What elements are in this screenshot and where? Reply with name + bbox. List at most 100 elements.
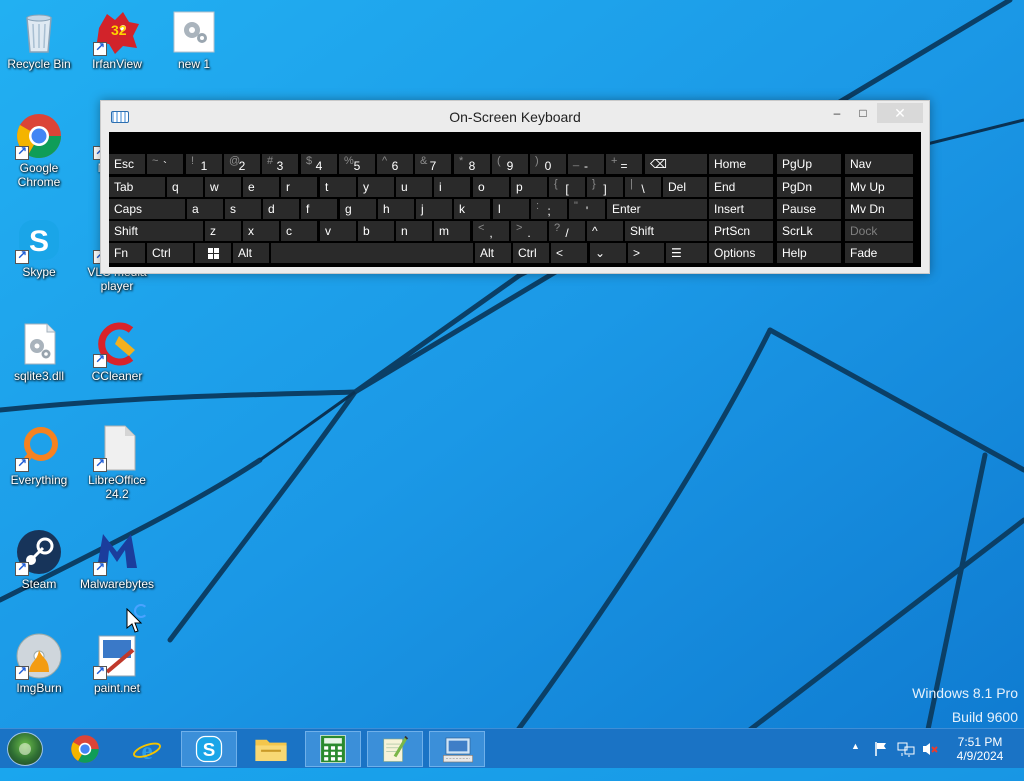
key-s[interactable]: s [225,199,261,219]
key-esc[interactable]: Esc [109,154,145,174]
key-d[interactable]: d [263,199,299,219]
key-g[interactable]: g [340,199,376,219]
key-symbol[interactable]: _ - [568,154,604,174]
volume-muted-icon[interactable] [921,741,939,757]
key-1[interactable]: ! 1 [186,154,222,174]
desktop-icon-malwarebytes[interactable]: Malwarebytes [79,524,155,591]
key-7[interactable]: & 7 [415,154,451,174]
action-center-flag-icon[interactable] [873,741,889,757]
key-symbol[interactable]: >. [511,221,547,241]
taskbar-notepad-plus-plus-button[interactable] [367,731,423,767]
desktop-icon-skype[interactable]: S Skype [1,212,77,279]
key-tab[interactable]: Tab [109,177,165,197]
key-v[interactable]: v [320,221,356,241]
key-pgup[interactable]: PgUp [777,154,841,174]
key-a[interactable]: a [187,199,223,219]
key-up-arrow[interactable]: ^ [587,221,623,241]
desktop-icon-everything[interactable]: Everything [1,420,77,487]
key-help[interactable]: Help [777,243,841,263]
taskbar-calculator-button[interactable] [305,731,361,767]
key-fn[interactable]: Fn [109,243,145,263]
key-symbol[interactable]: <, [473,221,509,241]
taskbar-clock[interactable]: 7:51 PM 4/9/2024 [948,735,1012,763]
key-home[interactable]: Home [709,154,773,174]
key-n[interactable]: n [396,221,432,241]
key-w[interactable]: w [205,177,241,197]
taskbar-skype-button[interactable]: S [181,731,237,767]
key-4[interactable]: $4 [301,154,337,174]
key-symbol[interactable]: ? / [549,221,585,241]
key-q[interactable]: q [167,177,203,197]
key-m[interactable]: m [434,221,470,241]
key-pgdn[interactable]: PgDn [777,177,841,197]
key-f[interactable]: f [301,199,337,219]
key-right-arrow[interactable]: > [628,243,664,263]
network-icon[interactable] [897,741,915,757]
taskbar-file-explorer-button[interactable] [243,731,299,767]
key-options[interactable]: Options [709,243,773,263]
desktop-icon-new-1[interactable]: new 1 [156,4,232,71]
key-j[interactable]: j [416,199,452,219]
key-symbol[interactable]: " ' [569,199,605,219]
key-l[interactable]: l [493,199,529,219]
close-button[interactable]: ✕ [877,103,923,123]
key-mv-up[interactable]: Mv Up [845,177,913,197]
key-y[interactable]: y [358,177,394,197]
key-menu[interactable]: ☰ [666,243,707,263]
key-alt[interactable]: Alt [475,243,511,263]
key-pause[interactable]: Pause [777,199,841,219]
key-t[interactable]: t [320,177,356,197]
key-0[interactable]: ) 0 [530,154,566,174]
desktop-icon-paint-net[interactable]: paint.net [79,628,155,695]
key-dock[interactable]: Dock [845,221,913,241]
key-windows[interactable] [195,243,231,263]
key-scrlk[interactable]: ScrLk [777,221,841,241]
maximize-button[interactable]: □ [853,103,873,123]
desktop-icon-steam[interactable]: Steam [1,524,77,591]
key-space[interactable] [271,243,473,263]
key-symbol[interactable]: ~ ` [147,154,183,174]
desktop-icon-sqlite3-dll[interactable]: sqlite3.dll [1,316,77,383]
key-prtscn[interactable]: PrtScn [709,221,773,241]
key-backspace[interactable]: ⌫ [645,154,707,174]
window-titlebar[interactable]: On-Screen Keyboard – □ ✕ [101,101,929,131]
key-r[interactable]: r [281,177,317,197]
key-shift[interactable]: Shift [109,221,203,241]
key-k[interactable]: k [454,199,490,219]
key-e[interactable]: e [243,177,279,197]
key-h[interactable]: h [378,199,414,219]
taskbar-chrome-button[interactable] [57,731,113,767]
key-left-arrow[interactable]: < [551,243,587,263]
key-c[interactable]: c [281,221,317,241]
key-9[interactable]: (9 [492,154,528,174]
key-z[interactable]: z [205,221,241,241]
key-symbol[interactable]: }] [587,177,623,197]
key-5[interactable]: % 5 [339,154,375,174]
minimize-button[interactable]: – [827,103,847,123]
key-symbol[interactable]: | \ [625,177,661,197]
tray-expand-button[interactable]: ▲ [851,741,860,781]
key-caps[interactable]: Caps [109,199,185,219]
key-2[interactable]: @2 [224,154,260,174]
key-enter[interactable]: Enter [607,199,707,219]
key-3[interactable]: #3 [262,154,298,174]
key-8[interactable]: * 8 [454,154,490,174]
key-6[interactable]: ^ 6 [377,154,413,174]
start-button[interactable] [7,732,43,766]
key-del[interactable]: Del [663,177,707,197]
desktop-icon-google-chrome[interactable]: Google Chrome [1,108,77,189]
desktop-icon-irfanview[interactable]: 32 IrfanView [79,4,155,71]
key-alt[interactable]: Alt [233,243,269,263]
desktop-icon-imgburn[interactable]: ImgBurn [1,628,77,695]
key-symbol[interactable]: + = [606,154,642,174]
key-x[interactable]: x [243,221,279,241]
key-down-arrow[interactable]: ⌄ [590,243,626,263]
on-screen-keyboard-window[interactable]: On-Screen Keyboard – □ ✕ Esc ~ `! 1 @2 #3 $4% 5… [100,100,930,274]
key-mv-dn[interactable]: Mv Dn [845,199,913,219]
key-ctrl[interactable]: Ctrl [513,243,549,263]
key-symbol[interactable]: {[ [549,177,585,197]
key-insert[interactable]: Insert [709,199,773,219]
taskbar-internet-explorer-button[interactable]: e [119,731,175,767]
desktop-icon-recycle-bin[interactable]: Recycle Bin [1,4,77,71]
key-b[interactable]: b [358,221,394,241]
